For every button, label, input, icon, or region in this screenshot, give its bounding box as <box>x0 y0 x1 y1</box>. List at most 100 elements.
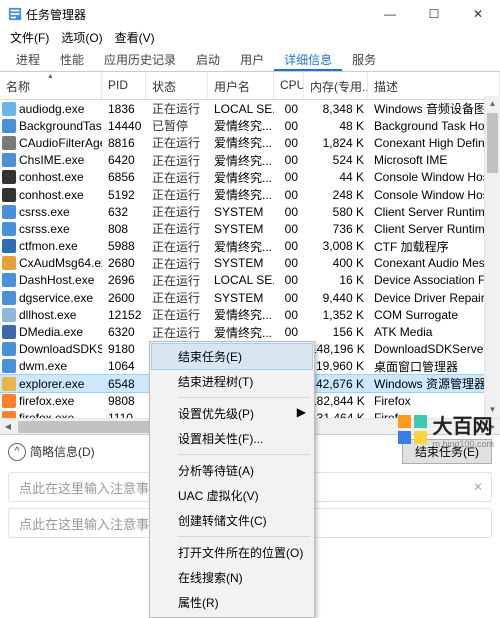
tab-6[interactable]: 服务 <box>342 48 386 71</box>
context-menu-item[interactable]: 结束进程树(T) <box>152 369 312 394</box>
table-row[interactable]: conhost.exe6856正在运行爱情终究...0044 KConsole … <box>0 169 500 186</box>
pid: 6856 <box>102 170 146 184</box>
desc: Client Server Runtime ... <box>368 205 500 219</box>
close-button[interactable]: ✕ <box>456 0 500 28</box>
process-icon <box>2 153 16 167</box>
mem: 3,008 K <box>304 239 368 253</box>
desc: COM Surrogate <box>368 308 500 322</box>
table-row[interactable]: dllhost.exe12152正在运行爱情终究...001,352 KCOM … <box>0 306 500 323</box>
table-row[interactable]: BackgroundTaskH...14440已暂停爱情终究...0048 KB… <box>0 117 500 134</box>
user: SYSTEM <box>208 205 274 219</box>
pid: 5192 <box>102 188 146 202</box>
col-cpu[interactable]: CPU <box>274 72 304 99</box>
status: 已暂停 <box>146 117 208 134</box>
cpu: 00 <box>274 239 304 253</box>
desc: 桌面窗口管理器 <box>368 358 500 375</box>
user: 爱情终究... <box>208 186 274 203</box>
scroll-left-icon[interactable]: ◀ <box>0 419 16 434</box>
menu-options[interactable]: 选项(O) <box>57 28 106 48</box>
minimize-button[interactable]: — <box>368 0 412 28</box>
desc: Console Window Host <box>368 170 500 184</box>
table-row[interactable]: conhost.exe5192正在运行爱情终究...00248 KConsole… <box>0 186 500 203</box>
maximize-button[interactable]: ☐ <box>412 0 456 28</box>
process-name: BackgroundTaskH... <box>19 119 102 133</box>
tab-2[interactable]: 应用历史记录 <box>94 48 186 71</box>
context-menu-separator <box>178 536 310 537</box>
col-name[interactable]: ▲名称 <box>0 72 102 99</box>
table-row[interactable]: ChsIME.exe6420正在运行爱情终究...00524 KMicrosof… <box>0 152 500 169</box>
tab-3[interactable]: 启动 <box>186 48 230 71</box>
scrollbar-vertical[interactable]: ▲ ▼ <box>484 96 500 418</box>
watermark-logo-icon <box>398 415 428 445</box>
window-titlebar: 任务管理器 — ☐ ✕ <box>0 0 500 28</box>
table-row[interactable]: DMedia.exe6320正在运行爱情终究...00156 KATK Medi… <box>0 323 500 340</box>
user: 爱情终究... <box>208 169 274 186</box>
scrollbar-thumb-v[interactable] <box>487 113 498 173</box>
context-menu-item[interactable]: UAC 虚拟化(V) <box>152 483 312 508</box>
table-row[interactable]: csrss.exe632正在运行SYSTEM00580 KClient Serv… <box>0 203 500 220</box>
table-row[interactable]: ctfmon.exe5988正在运行爱情终究...003,008 KCTF 加载… <box>0 238 500 255</box>
table-row[interactable]: CAudioFilterAgent...8816正在运行爱情终究...001,8… <box>0 134 500 151</box>
status: 正在运行 <box>146 324 208 341</box>
col-status[interactable]: 状态 <box>146 72 208 99</box>
desc: Firefox <box>368 394 500 408</box>
cpu: 00 <box>274 308 304 322</box>
pid: 6320 <box>102 325 146 339</box>
table-row[interactable]: DashHost.exe2696正在运行LOCAL SE...0016 KDev… <box>0 272 500 289</box>
pid: 5988 <box>102 239 146 253</box>
pid: 6420 <box>102 153 146 167</box>
col-mem[interactable]: 内存(专用... <box>304 72 368 99</box>
process-name: conhost.exe <box>19 188 84 202</box>
context-menu-item[interactable]: 设置相关性(F)... <box>152 426 312 451</box>
chevron-up-icon: ^ <box>8 443 26 461</box>
desc: Microsoft IME <box>368 153 500 167</box>
context-menu-item[interactable]: 属性(R) <box>152 590 312 615</box>
context-menu-item[interactable]: 分析等待链(A) <box>152 458 312 483</box>
tab-5[interactable]: 详细信息 <box>274 48 342 71</box>
pid: 12152 <box>102 308 146 322</box>
less-details-button[interactable]: ^ 简略信息(D) <box>8 443 95 461</box>
table-row[interactable]: CxAudMsg64.exe2680正在运行SYSTEM00400 KConex… <box>0 255 500 272</box>
pid: 1836 <box>102 102 146 116</box>
scroll-up-icon[interactable]: ▲ <box>485 96 500 112</box>
desc: DownloadSDKServer <box>368 342 500 356</box>
table-header: ▲名称 PID 状态 用户名 CPU 内存(专用... 描述 <box>0 72 500 100</box>
pid: 808 <box>102 222 146 236</box>
col-pid[interactable]: PID <box>102 72 146 99</box>
user: SYSTEM <box>208 291 274 305</box>
mem: 156 K <box>304 325 368 339</box>
process-name: DownloadSDKServer... <box>19 342 102 356</box>
status: 正在运行 <box>146 100 208 117</box>
context-menu-item[interactable]: 打开文件所在的位置(O) <box>152 540 312 565</box>
mem: 736 K <box>304 222 368 236</box>
close-icon[interactable]: ✕ <box>473 480 483 494</box>
tab-4[interactable]: 用户 <box>230 48 274 71</box>
table-row[interactable]: csrss.exe808正在运行SYSTEM00736 KClient Serv… <box>0 220 500 237</box>
process-name: CAudioFilterAgent... <box>19 136 102 150</box>
context-menu-item[interactable]: 创建转储文件(C) <box>152 508 312 533</box>
pid: 14440 <box>102 119 146 133</box>
user: 爱情终究... <box>208 306 274 323</box>
desc: Client Server Runtime ... <box>368 222 500 236</box>
process-icon <box>2 359 16 373</box>
context-menu-item[interactable]: 在线搜索(N) <box>152 565 312 590</box>
col-desc[interactable]: 描述 <box>368 72 500 99</box>
process-name: dllhost.exe <box>19 308 76 322</box>
process-name: DMedia.exe <box>19 325 83 339</box>
process-icon <box>2 273 16 287</box>
table-row[interactable]: dgservice.exe2600正在运行SYSTEM009,440 KDevi… <box>0 289 500 306</box>
table-row[interactable]: audiodg.exe1836正在运行LOCAL SE...008,348 KW… <box>0 100 500 117</box>
status: 正在运行 <box>146 238 208 255</box>
process-name: firefox.exe <box>19 411 74 418</box>
menu-view[interactable]: 查看(V) <box>111 28 159 48</box>
context-menu-item[interactable]: 设置优先级(P)▶ <box>152 401 312 426</box>
tab-1[interactable]: 性能 <box>50 48 94 71</box>
context-menu-item[interactable]: 结束任务(E) <box>151 343 313 370</box>
pid: 1110 <box>102 411 146 418</box>
col-user[interactable]: 用户名 <box>208 72 274 99</box>
tab-0[interactable]: 进程 <box>6 48 50 71</box>
status: 正在运行 <box>146 220 208 237</box>
menu-file[interactable]: 文件(F) <box>6 28 53 48</box>
desc: Windows 音频设备图... <box>368 100 500 117</box>
user: SYSTEM <box>208 222 274 236</box>
